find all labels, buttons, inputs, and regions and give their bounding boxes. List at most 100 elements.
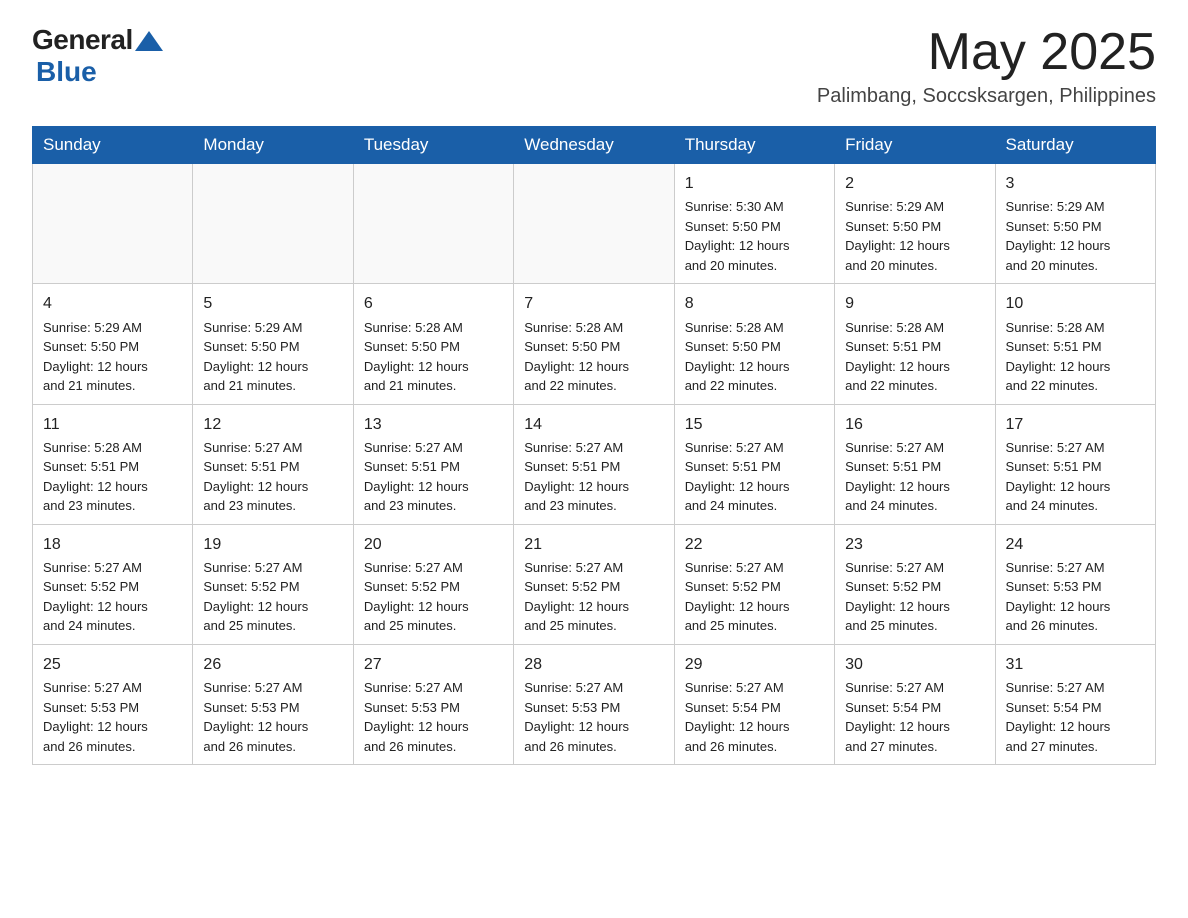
calendar-cell: 15Sunrise: 5:27 AM Sunset: 5:51 PM Dayli… bbox=[674, 404, 834, 524]
calendar-cell: 28Sunrise: 5:27 AM Sunset: 5:53 PM Dayli… bbox=[514, 644, 674, 764]
day-number: 2 bbox=[845, 172, 984, 195]
weekday-header-wednesday: Wednesday bbox=[514, 127, 674, 164]
calendar-cell: 14Sunrise: 5:27 AM Sunset: 5:51 PM Dayli… bbox=[514, 404, 674, 524]
day-number: 18 bbox=[43, 533, 182, 556]
day-info: Sunrise: 5:29 AM Sunset: 5:50 PM Dayligh… bbox=[845, 197, 984, 275]
day-info: Sunrise: 5:27 AM Sunset: 5:52 PM Dayligh… bbox=[364, 558, 503, 636]
day-info: Sunrise: 5:27 AM Sunset: 5:54 PM Dayligh… bbox=[1006, 678, 1145, 756]
calendar-cell: 13Sunrise: 5:27 AM Sunset: 5:51 PM Dayli… bbox=[353, 404, 513, 524]
day-number: 23 bbox=[845, 533, 984, 556]
day-number: 10 bbox=[1006, 292, 1145, 315]
location-title: Palimbang, Soccsksargen, Philippines bbox=[817, 85, 1156, 108]
day-info: Sunrise: 5:28 AM Sunset: 5:51 PM Dayligh… bbox=[1006, 318, 1145, 396]
day-info: Sunrise: 5:27 AM Sunset: 5:53 PM Dayligh… bbox=[364, 678, 503, 756]
weekday-header-row: SundayMondayTuesdayWednesdayThursdayFrid… bbox=[33, 127, 1156, 164]
calendar-table: SundayMondayTuesdayWednesdayThursdayFrid… bbox=[32, 126, 1156, 765]
day-number: 1 bbox=[685, 172, 824, 195]
day-info: Sunrise: 5:27 AM Sunset: 5:51 PM Dayligh… bbox=[845, 438, 984, 516]
calendar-cell: 30Sunrise: 5:27 AM Sunset: 5:54 PM Dayli… bbox=[835, 644, 995, 764]
day-number: 7 bbox=[524, 292, 663, 315]
calendar-week-row: 11Sunrise: 5:28 AM Sunset: 5:51 PM Dayli… bbox=[33, 404, 1156, 524]
title-area: May 2025 Palimbang, Soccsksargen, Philip… bbox=[817, 24, 1156, 108]
day-info: Sunrise: 5:28 AM Sunset: 5:50 PM Dayligh… bbox=[524, 318, 663, 396]
day-info: Sunrise: 5:27 AM Sunset: 5:51 PM Dayligh… bbox=[685, 438, 824, 516]
day-info: Sunrise: 5:28 AM Sunset: 5:50 PM Dayligh… bbox=[685, 318, 824, 396]
calendar-cell: 8 Sunrise: 5:28 AM Sunset: 5:50 PM Daylig… bbox=[674, 284, 834, 404]
calendar-cell: 31Sunrise: 5:27 AM Sunset: 5:54 PM Dayli… bbox=[995, 644, 1155, 764]
calendar-week-row: 25Sunrise: 5:27 AM Sunset: 5:53 PM Dayli… bbox=[33, 644, 1156, 764]
day-info: Sunrise: 5:27 AM Sunset: 5:53 PM Dayligh… bbox=[524, 678, 663, 756]
logo-general-text: General bbox=[32, 24, 133, 56]
calendar-week-row: 4 Sunrise: 5:29 AM Sunset: 5:50 PM Daylig… bbox=[33, 284, 1156, 404]
day-info: Sunrise: 5:27 AM Sunset: 5:51 PM Dayligh… bbox=[1006, 438, 1145, 516]
weekday-header-tuesday: Tuesday bbox=[353, 127, 513, 164]
calendar-cell: 6 Sunrise: 5:28 AM Sunset: 5:50 PM Daylig… bbox=[353, 284, 513, 404]
calendar-week-row: 18 Sunrise: 5:27 AM Sunset: 5:52 PM Dayli… bbox=[33, 524, 1156, 644]
month-title: May 2025 bbox=[817, 24, 1156, 81]
day-number: 29 bbox=[685, 653, 824, 676]
day-info: Sunrise: 5:30 AM Sunset: 5:50 PM Dayligh… bbox=[685, 197, 824, 275]
day-info: Sunrise: 5:29 AM Sunset: 5:50 PM Dayligh… bbox=[43, 318, 182, 396]
day-number: 28 bbox=[524, 653, 663, 676]
day-number: 26 bbox=[203, 653, 342, 676]
calendar-cell bbox=[353, 164, 513, 284]
calendar-cell bbox=[193, 164, 353, 284]
calendar-cell: 7 Sunrise: 5:28 AM Sunset: 5:50 PM Daylig… bbox=[514, 284, 674, 404]
day-number: 14 bbox=[524, 413, 663, 436]
day-number: 4 bbox=[43, 292, 182, 315]
day-number: 15 bbox=[685, 413, 824, 436]
day-number: 22 bbox=[685, 533, 824, 556]
weekday-header-friday: Friday bbox=[835, 127, 995, 164]
calendar-cell: 1Sunrise: 5:30 AM Sunset: 5:50 PM Daylig… bbox=[674, 164, 834, 284]
day-info: Sunrise: 5:27 AM Sunset: 5:51 PM Dayligh… bbox=[524, 438, 663, 516]
logo-blue-text: Blue bbox=[36, 56, 97, 87]
weekday-header-saturday: Saturday bbox=[995, 127, 1155, 164]
calendar-cell: 23Sunrise: 5:27 AM Sunset: 5:52 PM Dayli… bbox=[835, 524, 995, 644]
calendar-cell: 20Sunrise: 5:27 AM Sunset: 5:52 PM Dayli… bbox=[353, 524, 513, 644]
day-number: 25 bbox=[43, 653, 182, 676]
calendar-cell: 18Sunrise: 5:27 AM Sunset: 5:52 PM Dayli… bbox=[33, 524, 193, 644]
weekday-header-thursday: Thursday bbox=[674, 127, 834, 164]
day-info: Sunrise: 5:27 AM Sunset: 5:52 PM Dayligh… bbox=[845, 558, 984, 636]
day-info: Sunrise: 5:29 AM Sunset: 5:50 PM Dayligh… bbox=[1006, 197, 1145, 275]
logo-triangle-icon bbox=[135, 27, 163, 55]
calendar-cell: 21Sunrise: 5:27 AM Sunset: 5:52 PM Dayli… bbox=[514, 524, 674, 644]
day-info: Sunrise: 5:27 AM Sunset: 5:52 PM Dayligh… bbox=[203, 558, 342, 636]
day-number: 20 bbox=[364, 533, 503, 556]
calendar-cell: 24Sunrise: 5:27 AM Sunset: 5:53 PM Dayli… bbox=[995, 524, 1155, 644]
calendar-cell: 2Sunrise: 5:29 AM Sunset: 5:50 PM Daylig… bbox=[835, 164, 995, 284]
calendar-cell: 10 Sunrise: 5:28 AM Sunset: 5:51 PM Dayli… bbox=[995, 284, 1155, 404]
day-info: Sunrise: 5:28 AM Sunset: 5:51 PM Dayligh… bbox=[43, 438, 182, 516]
calendar-cell: 22Sunrise: 5:27 AM Sunset: 5:52 PM Dayli… bbox=[674, 524, 834, 644]
day-info: Sunrise: 5:28 AM Sunset: 5:51 PM Dayligh… bbox=[845, 318, 984, 396]
day-number: 3 bbox=[1006, 172, 1145, 195]
calendar-cell: 26Sunrise: 5:27 AM Sunset: 5:53 PM Dayli… bbox=[193, 644, 353, 764]
calendar-cell: 12Sunrise: 5:27 AM Sunset: 5:51 PM Dayli… bbox=[193, 404, 353, 524]
day-info: Sunrise: 5:27 AM Sunset: 5:53 PM Dayligh… bbox=[43, 678, 182, 756]
day-number: 31 bbox=[1006, 653, 1145, 676]
calendar-cell: 27Sunrise: 5:27 AM Sunset: 5:53 PM Dayli… bbox=[353, 644, 513, 764]
day-info: Sunrise: 5:27 AM Sunset: 5:52 PM Dayligh… bbox=[524, 558, 663, 636]
day-info: Sunrise: 5:27 AM Sunset: 5:54 PM Dayligh… bbox=[845, 678, 984, 756]
calendar-cell: 11Sunrise: 5:28 AM Sunset: 5:51 PM Dayli… bbox=[33, 404, 193, 524]
calendar-cell: 16Sunrise: 5:27 AM Sunset: 5:51 PM Dayli… bbox=[835, 404, 995, 524]
day-number: 24 bbox=[1006, 533, 1145, 556]
day-info: Sunrise: 5:27 AM Sunset: 5:52 PM Dayligh… bbox=[685, 558, 824, 636]
day-info: Sunrise: 5:27 AM Sunset: 5:53 PM Dayligh… bbox=[203, 678, 342, 756]
calendar-cell bbox=[514, 164, 674, 284]
calendar-cell: 19Sunrise: 5:27 AM Sunset: 5:52 PM Dayli… bbox=[193, 524, 353, 644]
day-number: 6 bbox=[364, 292, 503, 315]
day-number: 12 bbox=[203, 413, 342, 436]
day-number: 8 bbox=[685, 292, 824, 315]
calendar-cell: 9Sunrise: 5:28 AM Sunset: 5:51 PM Daylig… bbox=[835, 284, 995, 404]
day-number: 17 bbox=[1006, 413, 1145, 436]
weekday-header-sunday: Sunday bbox=[33, 127, 193, 164]
day-info: Sunrise: 5:27 AM Sunset: 5:51 PM Dayligh… bbox=[364, 438, 503, 516]
day-number: 11 bbox=[43, 413, 182, 436]
day-info: Sunrise: 5:28 AM Sunset: 5:50 PM Dayligh… bbox=[364, 318, 503, 396]
calendar-cell: 4 Sunrise: 5:29 AM Sunset: 5:50 PM Daylig… bbox=[33, 284, 193, 404]
calendar-week-row: 1Sunrise: 5:30 AM Sunset: 5:50 PM Daylig… bbox=[33, 164, 1156, 284]
calendar-cell: 17Sunrise: 5:27 AM Sunset: 5:51 PM Dayli… bbox=[995, 404, 1155, 524]
day-info: Sunrise: 5:27 AM Sunset: 5:54 PM Dayligh… bbox=[685, 678, 824, 756]
day-number: 27 bbox=[364, 653, 503, 676]
